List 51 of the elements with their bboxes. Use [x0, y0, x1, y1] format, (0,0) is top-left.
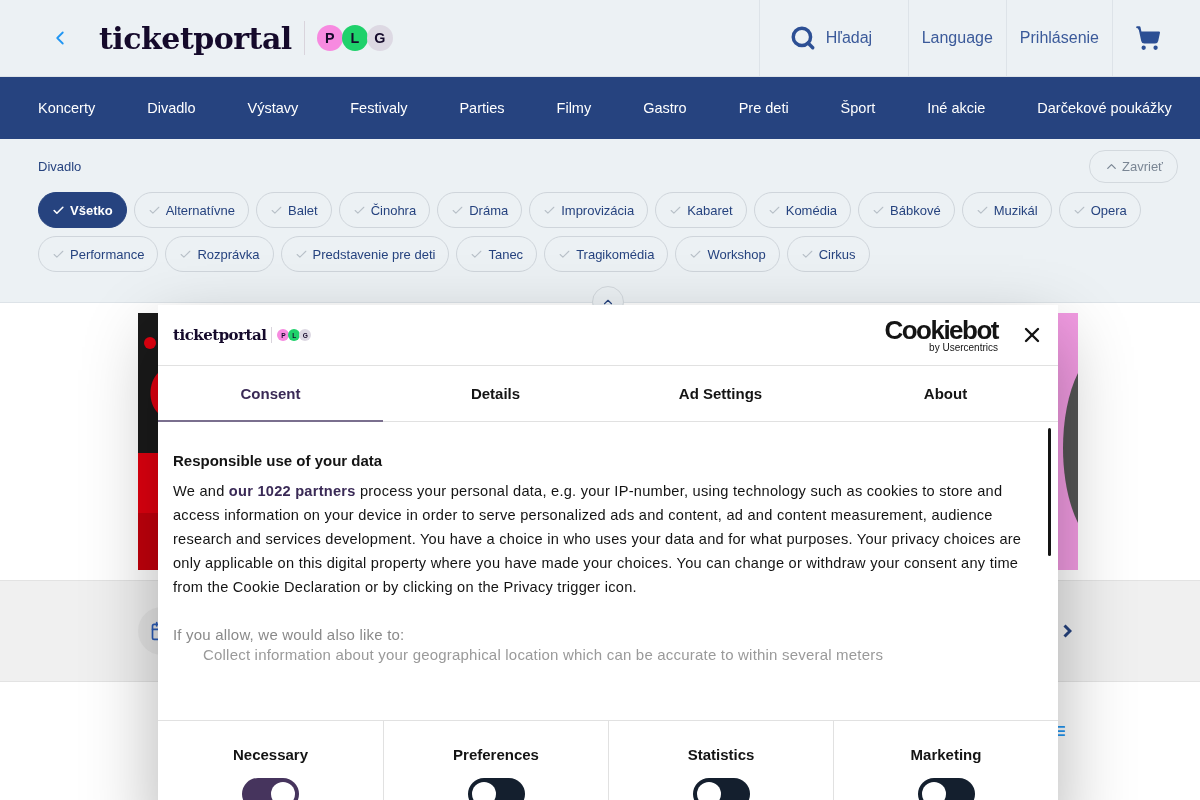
- nav-link[interactable]: Výstavy: [247, 100, 299, 116]
- category-label: Necessary: [232, 746, 309, 763]
- filter-chip[interactable]: Cirkus: [786, 236, 870, 272]
- search-link[interactable]: Hľadaj: [758, 0, 908, 76]
- cookiebot-logo: Cookiebot by Usercentrics: [884, 317, 998, 353]
- dialog-tab[interactable]: About: [833, 366, 1058, 422]
- filter-chip[interactable]: Muzikál: [961, 192, 1052, 228]
- nav-link[interactable]: Šport: [840, 100, 876, 116]
- filter-title: Divadlo: [38, 159, 82, 174]
- allow-item: Collect information about your geographical location which can be accurate to within several meters: [203, 647, 885, 663]
- logo-badge: G: [366, 25, 393, 51]
- filter-chip[interactable]: Workshop: [675, 236, 780, 272]
- filter-chip[interactable]: Alternatívne: [133, 192, 249, 228]
- filter-chip[interactable]: Balet: [256, 192, 332, 228]
- filter-chip[interactable]: Bábkové: [858, 192, 955, 228]
- login-link[interactable]: Prihlásenie: [1005, 0, 1112, 76]
- filter-chip[interactable]: Kabaret: [655, 192, 747, 228]
- category-label: Marketing: [910, 746, 982, 763]
- consent-text: We and our 1022 partners process your personal data, e.g. your IP-number, using technology such as cookies to store and access information on your device in order to serve personalized ads and content, ad and content measurement, audience research and services development. You have a choice in who uses your data and for what purposes. Your privacy choices are only applicable on this digital property where you have made your choices. You can change or withdraw your consent any time from the Cookie Declaration or by clicking on the Privacy trigger icon.: [173, 482, 1023, 597]
- dialog-tab[interactable]: Ad Settings: [608, 366, 833, 422]
- nav-link[interactable]: Pre deti: [738, 100, 789, 116]
- filter-chip[interactable]: Predstavenie pre deti: [280, 236, 450, 272]
- logo-text: ticketportal: [99, 20, 292, 56]
- filter-chip[interactable]: Činohra: [338, 192, 431, 228]
- logo-badge: L: [341, 25, 368, 51]
- nav-link[interactable]: Gastro: [643, 100, 687, 116]
- nav-link[interactable]: Koncerty: [38, 100, 96, 116]
- filter-chip[interactable]: Všetko: [38, 192, 127, 228]
- logo-text: ticketportal: [173, 326, 267, 344]
- nav-link[interactable]: Parties: [459, 100, 505, 116]
- filter-chip[interactable]: Dráma: [437, 192, 523, 228]
- filter-chip[interactable]: Komédia: [753, 192, 852, 228]
- filter-chip[interactable]: Performance: [38, 236, 159, 272]
- filter-chip[interactable]: Tanec: [456, 236, 538, 272]
- nav-link[interactable]: Iné akcie: [927, 100, 986, 116]
- nav-link[interactable]: Divadlo: [147, 100, 196, 116]
- nav-link[interactable]: Festivaly: [350, 100, 408, 116]
- dialog-tab[interactable]: Details: [383, 366, 608, 422]
- filter-chip[interactable]: Rozprávka: [165, 236, 274, 272]
- nav-link[interactable]: Darčekové poukážky: [1037, 100, 1172, 116]
- nav-link[interactable]: Filmy: [556, 100, 592, 116]
- allow-intro: If you allow, we would also like to:: [173, 625, 406, 645]
- category-label: Statistics: [687, 746, 755, 763]
- filter-chip[interactable]: Opera: [1058, 192, 1141, 228]
- section-heading: Responsible use of your data: [173, 452, 384, 469]
- logo-badge: P: [316, 25, 343, 51]
- filter-chip[interactable]: Tragikomédia: [544, 236, 669, 272]
- category-label: Preferences: [453, 746, 539, 763]
- language-link[interactable]: Language: [907, 0, 1006, 76]
- dialog-tab[interactable]: Consent: [158, 366, 383, 422]
- filter-chip[interactable]: Improvizácia: [529, 192, 649, 228]
